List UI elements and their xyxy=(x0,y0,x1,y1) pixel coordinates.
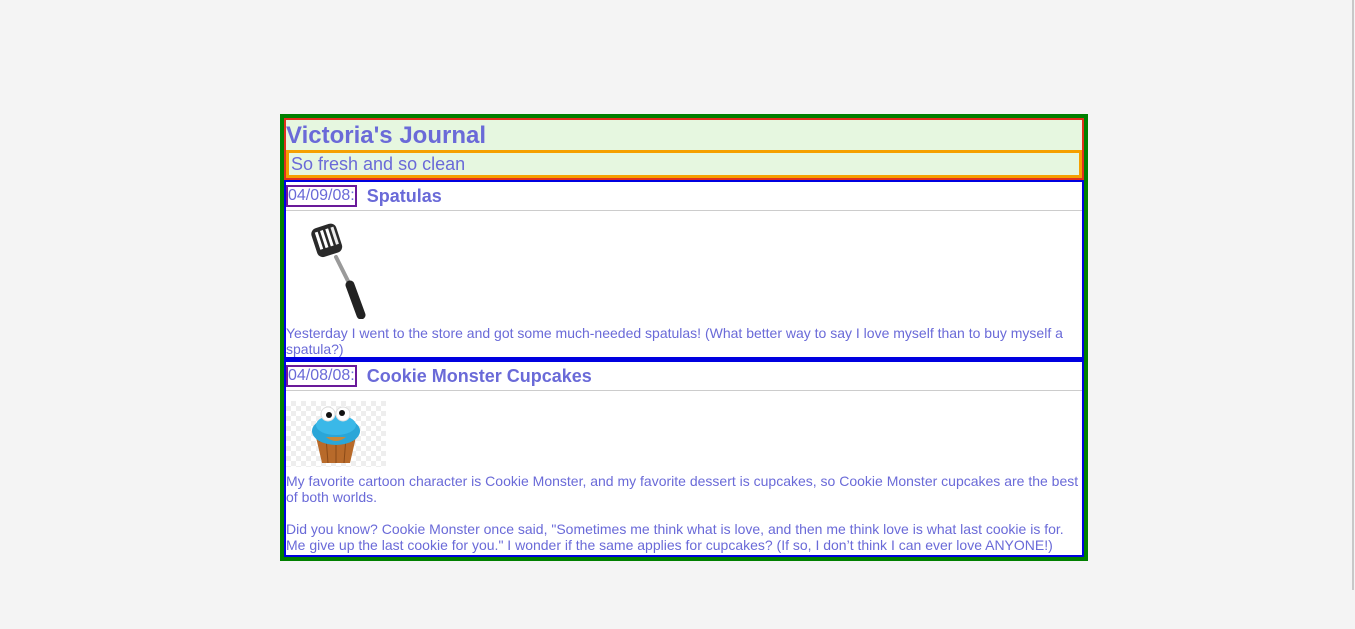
entry-header: 04/08/08: Cookie Monster Cupcakes xyxy=(286,362,1082,391)
entry-title: Cookie Monster Cupcakes xyxy=(366,365,592,386)
journal-entry-cupcakes: 04/08/08: Cookie Monster Cupcakes My fav… xyxy=(284,359,1084,557)
journal-header: Victoria's Journal So fresh and so clean xyxy=(284,118,1084,180)
entry-body: Yesterday I went to the store and got so… xyxy=(286,219,1082,357)
entry-paragraph: My favorite cartoon character is Cookie … xyxy=(286,473,1079,505)
entry-title: Spatulas xyxy=(366,185,442,206)
entry-date: 04/08/08: xyxy=(286,365,357,387)
journal-entry-spatulas: 04/09/08: Spatulas Yesterday I went to t… xyxy=(284,180,1084,359)
spatula-image xyxy=(306,219,386,320)
entry-paragraph: Did you know? Cookie Monster once said, … xyxy=(286,521,1064,553)
entry-body: My favorite cartoon character is Cookie … xyxy=(286,401,1082,553)
entry-header: 04/09/08: Spatulas xyxy=(286,182,1082,211)
journal-subtitle: So fresh and so clean xyxy=(286,150,1082,178)
journal-title: Victoria's Journal xyxy=(286,122,487,149)
page-scrollbar[interactable] xyxy=(1352,0,1354,590)
entry-date: 04/09/08: xyxy=(286,185,357,207)
cupcake-image xyxy=(286,401,386,467)
journal-container: Victoria's Journal So fresh and so clean… xyxy=(280,114,1088,561)
entry-paragraph: Yesterday I went to the store and got so… xyxy=(286,325,1063,357)
